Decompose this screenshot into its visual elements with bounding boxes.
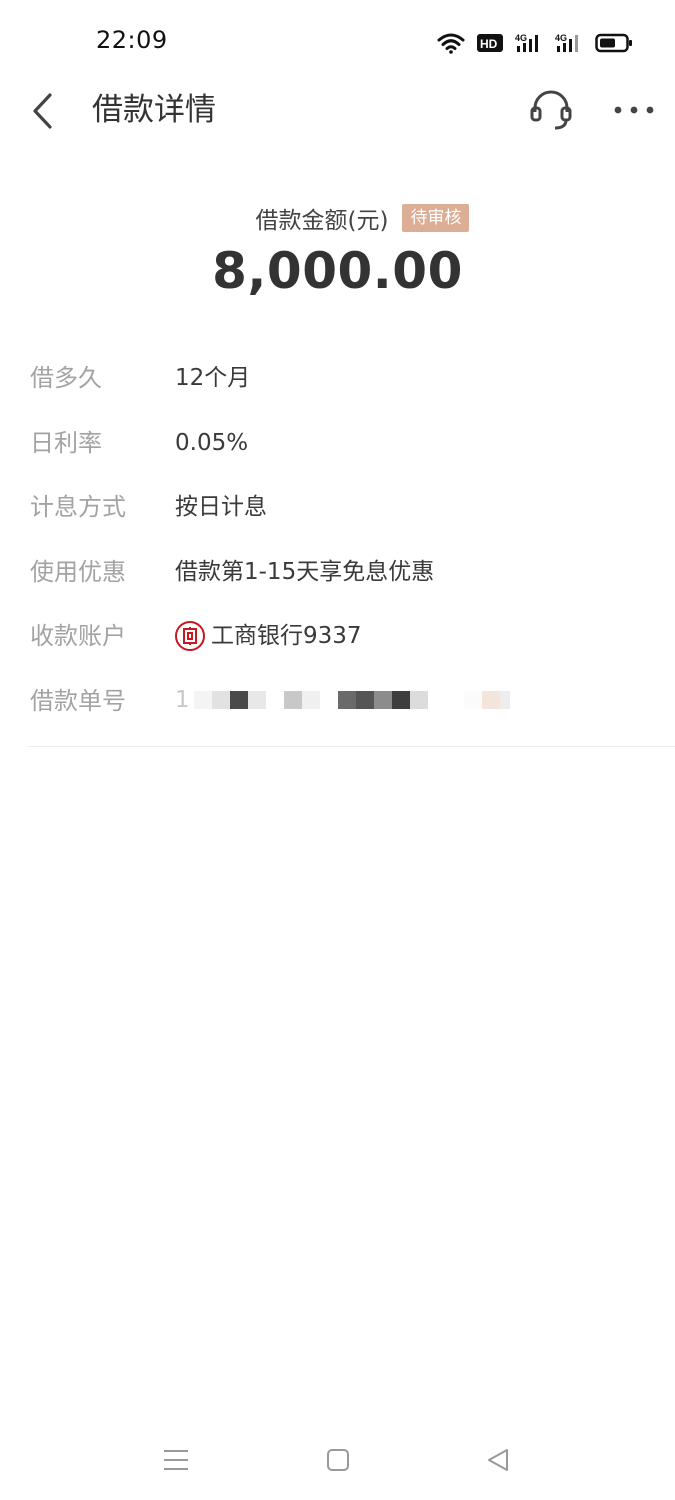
- detail-row-account: 收款账户 工商银行9337: [30, 610, 650, 675]
- menu-icon: [164, 1450, 188, 1470]
- account-value: 工商银行9337: [211, 623, 362, 649]
- back-button[interactable]: [22, 88, 62, 134]
- detail-label: 借多久: [30, 364, 102, 392]
- more-dots-icon: [614, 106, 654, 114]
- detail-row-order-number: 借款单号 1: [30, 675, 650, 740]
- term-value: 12个月: [175, 365, 251, 391]
- order-number-value: 1: [175, 686, 190, 713]
- divider: [28, 746, 675, 747]
- icbc-logo-icon: [175, 621, 205, 651]
- status-icons: HD 4G 4G: [437, 28, 633, 58]
- menu-button[interactable]: [156, 1442, 196, 1478]
- detail-row-rate: 日利率 0.05%: [30, 417, 650, 482]
- detail-row-term: 借多久 12个月: [30, 352, 650, 417]
- detail-label: 使用优惠: [30, 557, 126, 586]
- status-bar: 22:09 HD 4G 4G: [0, 0, 675, 84]
- back-triangle-icon: [488, 1449, 508, 1471]
- header: 借款详情: [0, 80, 675, 142]
- loan-amount-section: 借款金额(元) 待审核 8,000.00: [0, 198, 675, 302]
- detail-row-interest-method: 计息方式 按日计息: [30, 481, 650, 546]
- home-icon: [327, 1449, 349, 1471]
- order-number-masked: 1: [175, 685, 510, 715]
- battery-icon: [595, 33, 632, 53]
- wifi-icon: [437, 33, 465, 54]
- detail-label: 收款账户: [30, 622, 126, 650]
- detail-value: 借款第1-15天享免息优惠: [175, 556, 434, 588]
- home-button[interactable]: [318, 1442, 358, 1478]
- amount-value: 8,000.00: [212, 242, 463, 300]
- interest-method-value: 按日计息: [175, 494, 267, 520]
- more-button[interactable]: [610, 92, 658, 128]
- amount-label: 借款金额(元): [255, 208, 389, 234]
- detail-label: 计息方式: [30, 493, 126, 521]
- rate-value: 0.05%: [175, 429, 249, 456]
- detail-label: 借款单号: [30, 686, 126, 715]
- loan-details: 借多久 12个月 日利率 0.05% 计息方式 按日计息 使用优惠 借款第1-1…: [30, 352, 650, 739]
- back-nav-button[interactable]: [478, 1442, 518, 1478]
- status-time: 22:09: [96, 26, 168, 54]
- detail-label: 日利率: [30, 428, 102, 457]
- detail-value: 0.05%: [175, 427, 248, 459]
- signal-4g-icon: 4G: [515, 33, 538, 52]
- system-nav-bar: [0, 1430, 675, 1490]
- svg-text:4G: 4G: [555, 33, 567, 43]
- detail-value: 按日计息: [175, 491, 267, 523]
- hd-icon: HD: [477, 34, 503, 52]
- signal-4g-icon: 4G: [555, 33, 578, 52]
- detail-value: 1: [175, 685, 510, 715]
- detail-row-discount: 使用优惠 借款第1-15天享免息优惠: [30, 546, 650, 611]
- headset-icon: [530, 90, 572, 130]
- discount-value: 借款第1-15天享免息优惠: [175, 558, 435, 585]
- detail-value: 工商银行9337: [175, 620, 362, 652]
- svg-text:4G: 4G: [515, 33, 527, 43]
- status-badge: 待审核: [402, 204, 470, 232]
- svg-text:HD: HD: [480, 37, 498, 51]
- chevron-left-icon: [33, 93, 52, 129]
- page-title: 借款详情: [92, 92, 216, 128]
- customer-service-button[interactable]: [528, 86, 574, 134]
- detail-value: 12个月: [175, 362, 250, 394]
